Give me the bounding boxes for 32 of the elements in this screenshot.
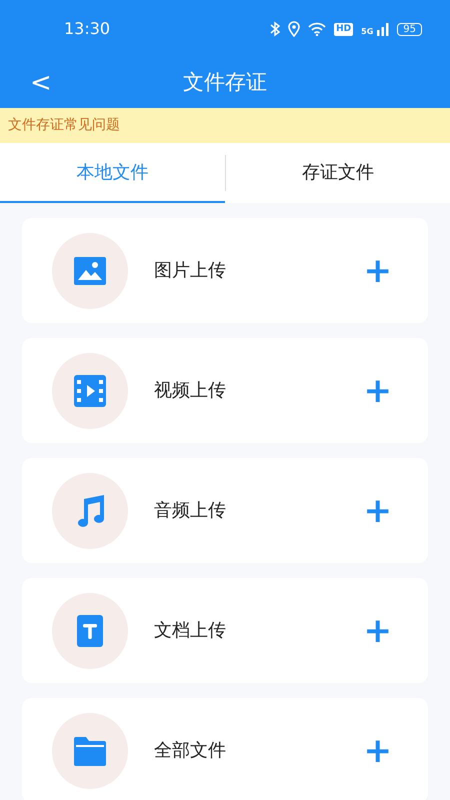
- bluetooth-icon: [270, 21, 280, 37]
- add-button[interactable]: +: [358, 612, 398, 648]
- back-button[interactable]: <: [24, 70, 58, 96]
- upload-option-card[interactable]: 全部文件 +: [22, 698, 428, 800]
- wifi-icon: [308, 22, 326, 36]
- add-button[interactable]: +: [358, 492, 398, 528]
- tab[interactable]: 本地文件: [0, 143, 224, 203]
- upload-option-card[interactable]: 文档上传 +: [22, 578, 428, 683]
- upload-option-card[interactable]: 视频上传 +: [22, 338, 428, 443]
- image-icon: [74, 256, 106, 284]
- hd-badge: HD: [334, 22, 354, 36]
- location-icon: [288, 21, 300, 37]
- upload-option-card[interactable]: 图片上传 +: [22, 218, 428, 323]
- add-button[interactable]: +: [358, 732, 398, 768]
- add-button[interactable]: +: [358, 252, 398, 288]
- battery-indicator: 95: [397, 22, 422, 36]
- faq-link[interactable]: 文件存证常见问题: [8, 115, 120, 136]
- video-icon: [74, 374, 106, 406]
- option-label: 全部文件: [154, 739, 227, 763]
- upload-option-card[interactable]: 音频上传 +: [22, 458, 428, 563]
- network-type: 5G: [361, 28, 374, 36]
- folder-icon: [74, 736, 106, 766]
- page-title: 文件存证: [183, 69, 267, 96]
- option-label: 视频上传: [154, 379, 227, 403]
- option-label: 文档上传: [154, 619, 227, 643]
- option-label: 图片上传: [154, 259, 227, 283]
- option-label: 音频上传: [154, 499, 227, 523]
- tab[interactable]: 存证文件: [226, 143, 450, 203]
- document-icon: [77, 614, 103, 646]
- signal-icon: [377, 22, 390, 36]
- add-button[interactable]: +: [358, 372, 398, 408]
- status-time: 13:30: [64, 18, 110, 40]
